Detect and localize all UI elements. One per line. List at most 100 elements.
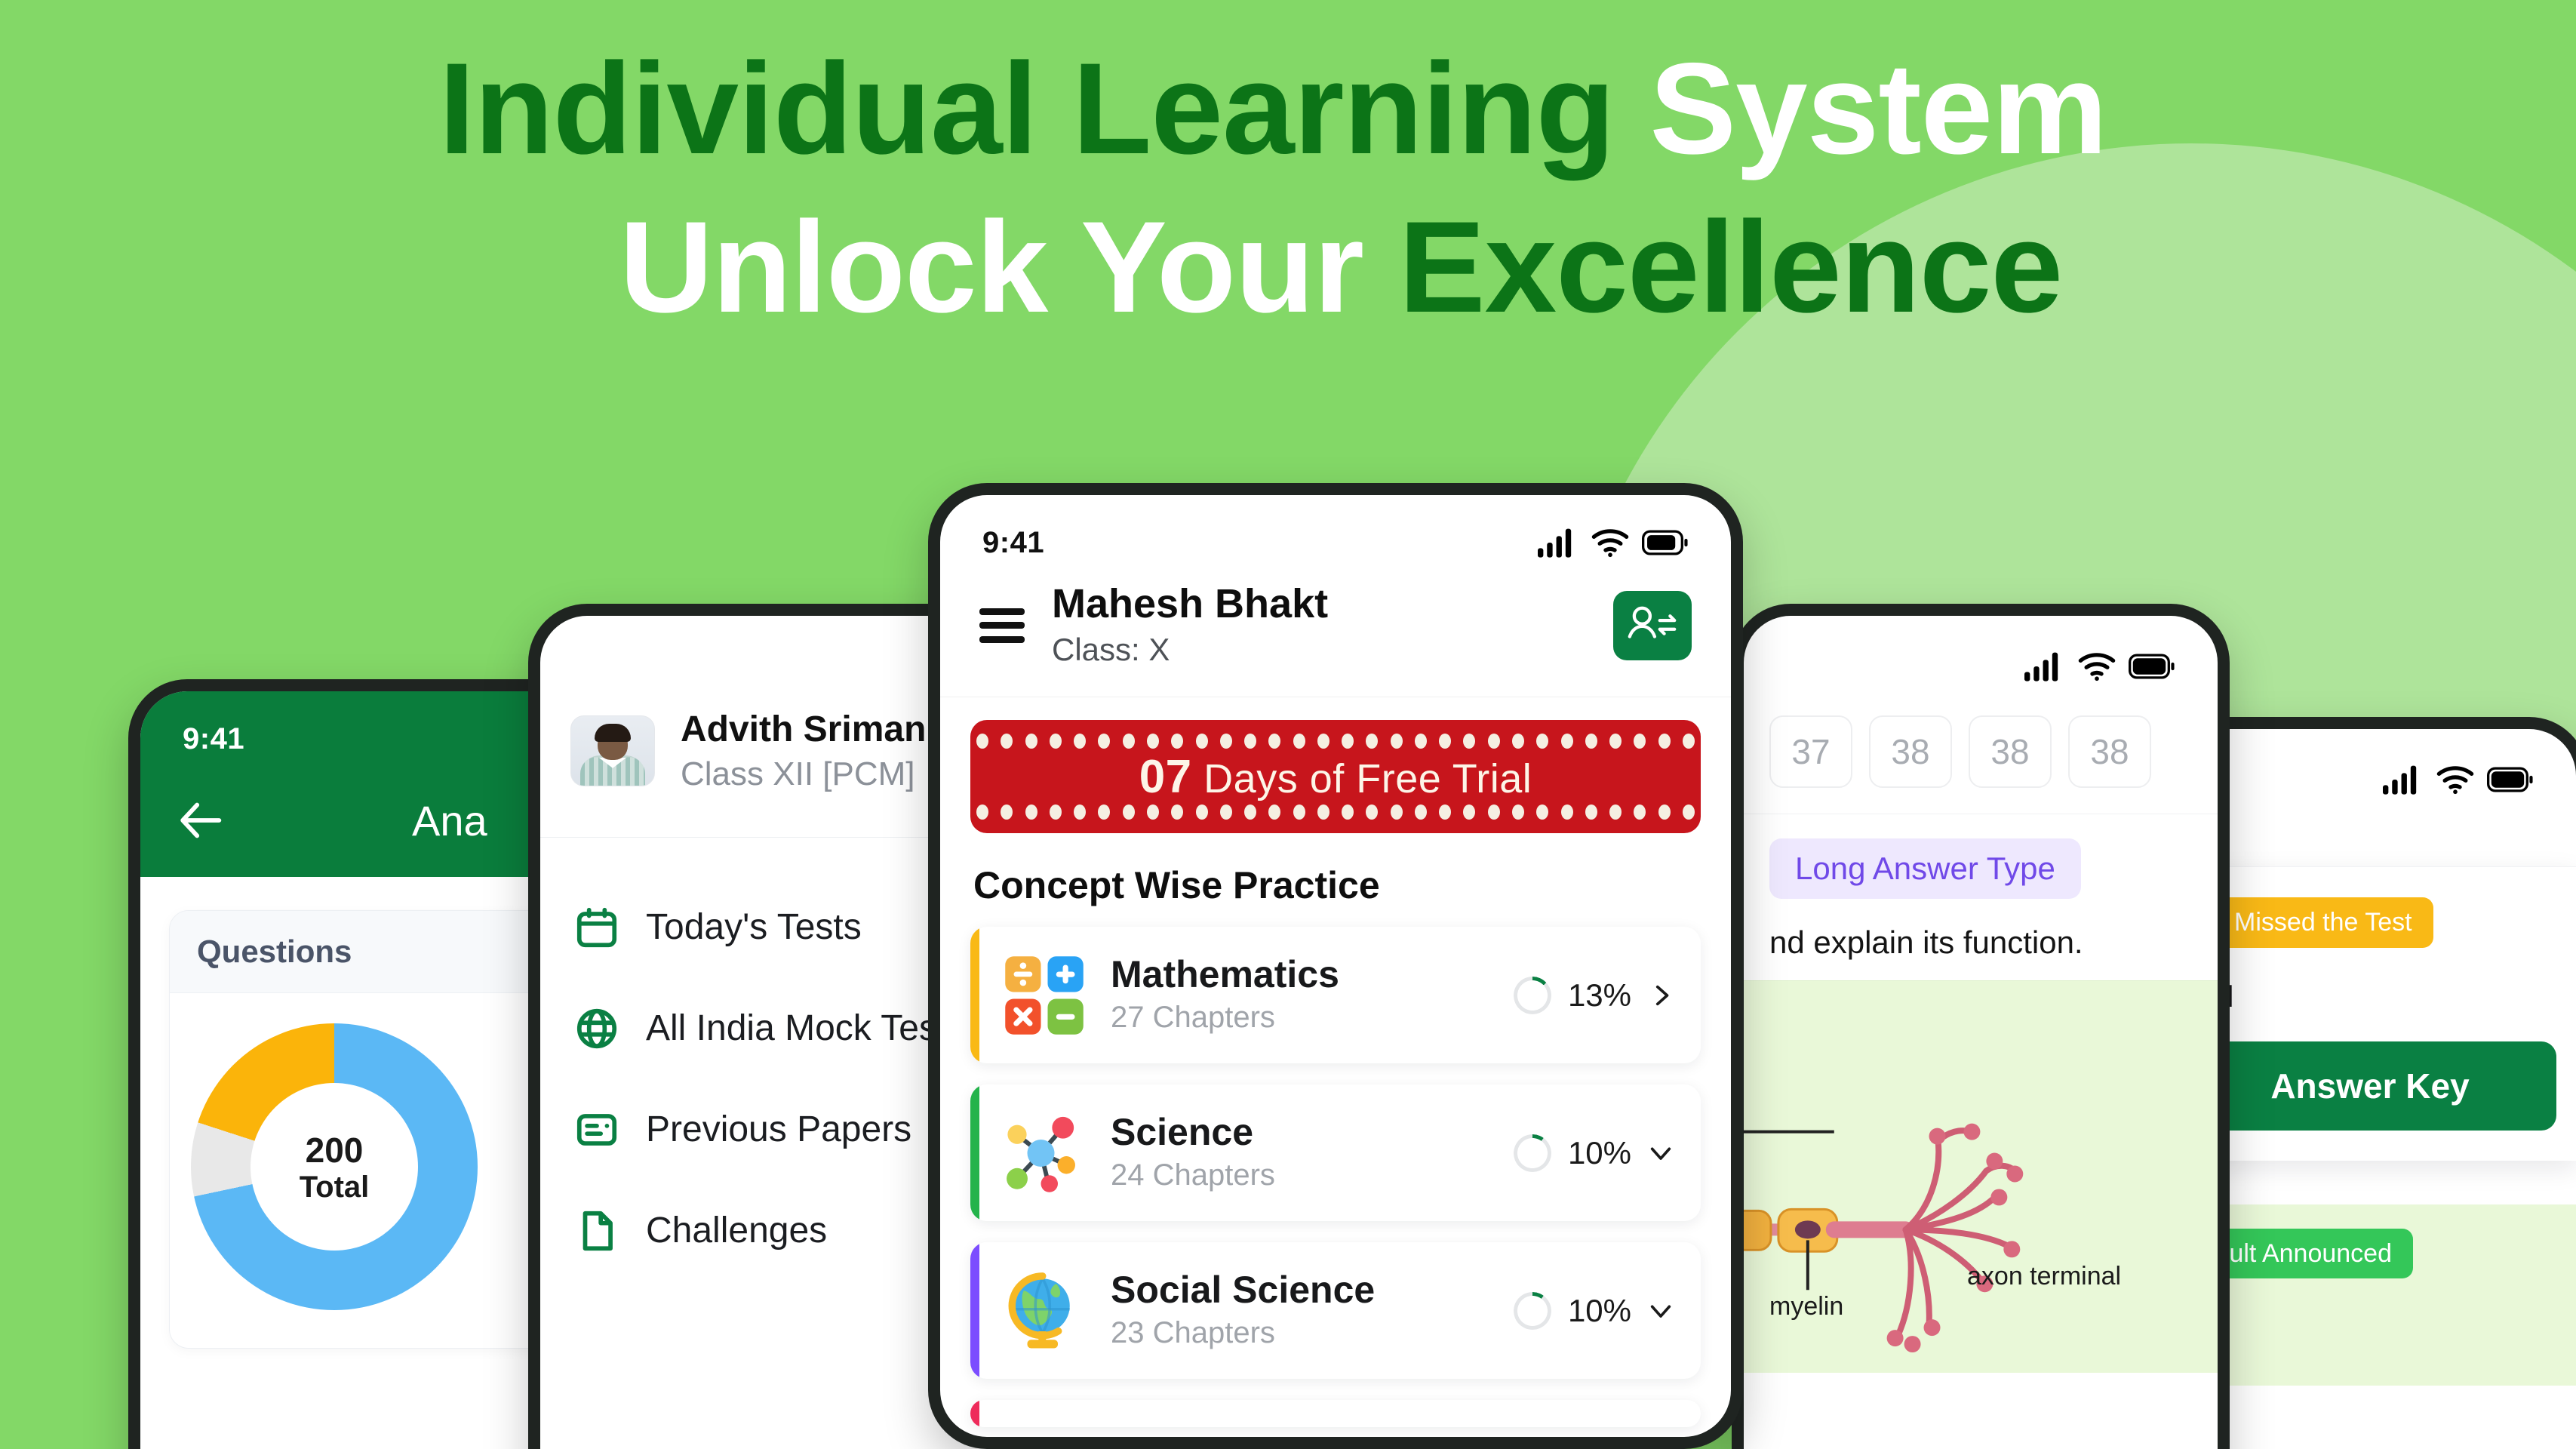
free-trial-text: 07 Days of Free Trial (1139, 750, 1532, 804)
phone-home: 9:41 Mahesh Bhakt Class: X 07 Days of Fr… (928, 483, 1743, 1449)
home-body: 07 Days of Free Trial Concept Wise Pract… (940, 697, 1731, 1428)
wifi-icon (2436, 766, 2474, 795)
donut-total-label: Total (299, 1170, 370, 1204)
subject-progress: 10% (1513, 1291, 1674, 1330)
subject-progress: 10% (1513, 1134, 1674, 1172)
headline-line-1-dark: Individual Learning (438, 36, 1650, 181)
status-badge-missed: Missed the Test (2213, 897, 2433, 948)
section-title-concept-wise-practice: Concept Wise Practice (973, 864, 1380, 907)
question-text: nd explain its function. (1769, 924, 2083, 960)
molecule-icon (1004, 1112, 1085, 1194)
battery-icon (2487, 767, 2533, 792)
headline-line-1: Individual Learning System (0, 30, 2576, 189)
subject-chapters: 24 Chapters (1111, 1158, 1275, 1192)
neuron-diagram: myelin axon terminal (1744, 980, 2218, 1373)
globe-icon (573, 1005, 620, 1052)
headline-line-1-white: System (1649, 36, 2107, 181)
subject-chapters: 23 Chapters (1111, 1316, 1275, 1350)
subject-chapters: 27 Chapters (1111, 1001, 1275, 1035)
progress-percent: 10% (1567, 1134, 1631, 1171)
home-screen: 9:41 Mahesh Bhakt Class: X 07 Days of Fr… (940, 495, 1731, 1437)
question-screen: 37 38 38 38 Long Answer Type nd explain … (1744, 616, 2218, 1449)
subject-text: Mathematics 27 Chapters (1111, 952, 1488, 1038)
subject-progress: 13% (1513, 976, 1674, 1014)
subject-name: Social Science (1111, 1269, 1376, 1312)
signal-icon (1538, 528, 1572, 558)
headline-line-2-white: Unlock Your (619, 194, 1399, 340)
progress-ring (1513, 976, 1551, 1014)
answer-key-button[interactable]: Answer Key (2184, 1041, 2556, 1131)
calendar-icon (573, 904, 620, 951)
subject-row-mathematics[interactable]: Mathematics 27 Chapters 13% (970, 927, 1701, 1064)
subject-name: Science (1111, 1111, 1254, 1154)
profile-class: Class XII [PCM] (681, 755, 915, 793)
document-list-icon (573, 1106, 620, 1153)
progress-ring (1513, 1134, 1551, 1172)
battery-icon (2129, 654, 2175, 679)
subject-text: Science 24 Chapters (1111, 1110, 1488, 1195)
sidebar-item-label: All India Mock Tests (646, 1008, 966, 1049)
status-icons (1538, 528, 1689, 558)
home-user-info: Mahesh Bhakt Class: X (1052, 580, 1586, 671)
question-card: Long Answer Type nd explain its function… (1744, 814, 2218, 1373)
chevron-down-icon[interactable] (1648, 1140, 1674, 1166)
battery-icon (1642, 530, 1688, 555)
hero-headline: Individual Learning System Unlock Your E… (0, 30, 2576, 347)
free-trial-days: 07 (1139, 750, 1192, 803)
subject-row-social-science[interactable]: Social Science 23 Chapters 10% (970, 1242, 1701, 1380)
question-number-chip[interactable]: 38 (1969, 715, 2052, 788)
sidebar-item-label: Challenges (646, 1211, 828, 1251)
diagram-label-axon-terminal: axon terminal (1967, 1262, 2122, 1291)
free-trial-banner[interactable]: 07 Days of Free Trial (970, 720, 1701, 834)
status-time: 9:41 (183, 721, 245, 755)
question-number-strip: 37 38 38 38 (1744, 688, 2218, 814)
chevron-down-icon[interactable] (1648, 1298, 1674, 1324)
status-time: 9:41 (982, 525, 1045, 559)
progress-percent: 10% (1567, 1292, 1631, 1328)
sidebar-item-label: Previous Papers (646, 1109, 912, 1150)
question-type-chip: Long Answer Type (1769, 838, 2081, 899)
subject-name: Mathematics (1111, 953, 1339, 996)
chevron-right-icon[interactable] (1648, 983, 1674, 1008)
sidebar-item-label: Today's Tests (646, 907, 862, 948)
progress-percent: 13% (1567, 977, 1631, 1013)
perforation-top (970, 734, 1701, 749)
donut-total-value: 200 (305, 1130, 364, 1170)
wifi-icon (2078, 653, 2116, 681)
status-icons (2383, 764, 2534, 795)
donut-center: 200 Total (251, 1083, 418, 1251)
free-trial-label: Days of Free Trial (1191, 755, 1532, 801)
avatar (570, 715, 655, 787)
switch-user-icon (1625, 600, 1680, 651)
math-operators-icon (1004, 955, 1085, 1036)
signal-icon (2383, 765, 2417, 795)
progress-ring (1513, 1291, 1551, 1330)
switch-user-button[interactable] (1613, 590, 1692, 660)
user-class: Class: X (1052, 631, 1170, 667)
question-number-chip[interactable]: 38 (2068, 715, 2151, 788)
globe-stand-icon (1004, 1270, 1085, 1352)
hamburger-menu-icon[interactable] (979, 608, 1025, 643)
signal-icon (2024, 652, 2058, 681)
home-status-bar: 9:41 (940, 495, 1731, 568)
subject-row-science[interactable]: Science 24 Chapters 10% (970, 1084, 1701, 1222)
user-name: Mahesh Bhakt (1052, 581, 1329, 626)
phone-question: 37 38 38 38 Long Answer Type nd explain … (1732, 604, 2230, 1449)
subject-row-next-peek[interactable] (970, 1400, 1701, 1428)
arrow-left-icon[interactable] (175, 794, 228, 847)
question-number-chip[interactable]: 38 (1869, 715, 1952, 788)
diagram-label-myelin: myelin (1769, 1292, 1844, 1321)
file-icon (573, 1208, 620, 1254)
profile-name: Advith Sriman (681, 709, 927, 749)
questions-donut-chart: 200 Total (191, 1023, 478, 1310)
headline-line-2: Unlock Your Excellence (0, 189, 2576, 347)
home-header: Mahesh Bhakt Class: X (940, 568, 1731, 698)
question-number-chip[interactable]: 37 (1769, 715, 1852, 788)
subject-text: Social Science 23 Chapters (1111, 1268, 1488, 1353)
wifi-icon (1591, 529, 1629, 558)
question-status-bar (1744, 616, 2218, 688)
page-title: Ana (412, 796, 487, 844)
headline-line-2-dark: Excellence (1398, 194, 2063, 340)
perforation-bottom (970, 804, 1701, 820)
status-icons (2024, 651, 2175, 681)
